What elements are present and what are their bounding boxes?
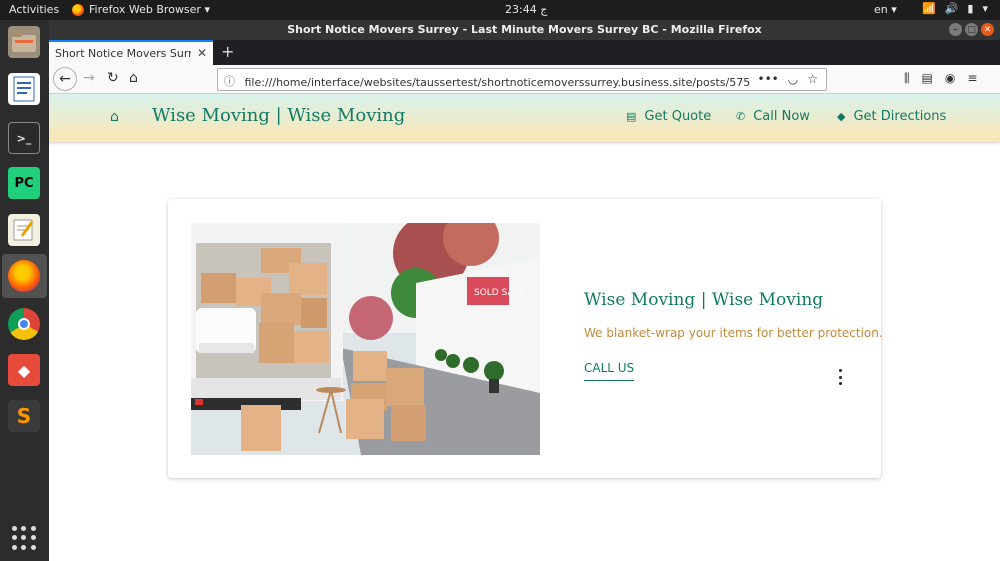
- more-options-icon[interactable]: [836, 369, 844, 385]
- anydesk-icon[interactable]: ◆: [8, 354, 40, 386]
- maximize-icon[interactable]: □: [965, 23, 978, 36]
- sublime-text-icon[interactable]: S: [8, 400, 40, 432]
- tab-close-icon[interactable]: ✕: [197, 46, 207, 60]
- sidebar-icon[interactable]: ▤: [922, 71, 933, 86]
- post-photo: SOLD SALE: [191, 223, 540, 455]
- minimize-icon[interactable]: –: [949, 23, 962, 36]
- tab-label: Short Notice Movers Surrey: [55, 46, 191, 60]
- url-bar[interactable]: ⓘ file:///home/interface/websites/tausse…: [217, 68, 827, 91]
- tab-strip: Short Notice Movers Surrey ✕ +: [49, 40, 1000, 65]
- terminal-icon[interactable]: >_: [8, 122, 40, 154]
- firefox-dock-icon[interactable]: [8, 260, 40, 292]
- language-indicator[interactable]: en ▾: [874, 3, 897, 16]
- post-card: SOLD SALE Wise Moving | Wise Moving We b…: [168, 199, 883, 478]
- pocket-icon[interactable]: ◡: [788, 72, 798, 86]
- directions-icon: ◆: [837, 110, 846, 123]
- menu-icon[interactable]: ≡: [967, 71, 977, 86]
- home-icon[interactable]: ⌂: [129, 70, 138, 86]
- phone-icon: ✆: [736, 110, 746, 123]
- window-titlebar: Short Notice Movers Surrey - Last Minute…: [49, 20, 1000, 40]
- get-quote-link[interactable]: ▤ Get Quote: [626, 109, 711, 124]
- clock[interactable]: 23:44 ج: [505, 3, 547, 16]
- call-now-label: Call Now: [753, 109, 810, 124]
- get-quote-label: Get Quote: [644, 109, 712, 124]
- pycharm-icon[interactable]: PC: [8, 167, 40, 199]
- page-info-icon[interactable]: ⓘ: [224, 75, 235, 88]
- url-text: file:///home/interface/websites/taussert…: [244, 75, 750, 89]
- url-bar-actions: ••• ◡ ☆: [758, 72, 818, 86]
- forward-icon[interactable]: →: [83, 70, 95, 86]
- volume-icon: 🔊: [944, 2, 959, 15]
- power-menu-icon: ▾: [982, 2, 988, 15]
- navigation-toolbar: ← → ↻ ⌂ ⓘ file:///home/interface/website…: [49, 65, 1000, 94]
- files-icon[interactable]: [8, 26, 40, 58]
- show-applications-icon[interactable]: [12, 526, 36, 550]
- site-brand[interactable]: Wise Moving | Wise Moving: [152, 105, 405, 126]
- close-window-icon[interactable]: ✕: [981, 23, 994, 36]
- site-home-icon[interactable]: ⌂: [110, 109, 119, 125]
- page-actions-icon[interactable]: •••: [758, 72, 779, 86]
- site-header: ⌂ Wise Moving | Wise Moving ▤ Get Quote …: [49, 94, 1000, 142]
- library-icon[interactable]: ⫼: [904, 71, 910, 86]
- dock: >_ PC ◆ S: [0, 20, 49, 561]
- sold-sign-text: SOLD SALE: [474, 288, 525, 298]
- call-us-button[interactable]: CALL US: [584, 361, 635, 381]
- account-icon[interactable]: ◉: [945, 71, 955, 86]
- bookmark-star-icon[interactable]: ☆: [807, 72, 818, 86]
- quote-icon: ▤: [626, 110, 637, 123]
- back-icon[interactable]: ←: [53, 67, 77, 91]
- activities-button[interactable]: Activities: [9, 3, 59, 16]
- window-controls: – □ ✕: [949, 23, 994, 36]
- get-directions-link[interactable]: ◆ Get Directions: [837, 109, 946, 124]
- text-editor-icon[interactable]: [8, 214, 40, 246]
- call-now-link[interactable]: ✆ Call Now: [736, 109, 810, 124]
- system-top-bar: Activities Firefox Web Browser ▾ 23:44 ج…: [0, 0, 1000, 20]
- window-title: Short Notice Movers Surrey - Last Minute…: [287, 23, 762, 36]
- system-tray[interactable]: 📶 🔊 ▮ ▾: [922, 2, 988, 15]
- post-text: We blanket-wrap your items for better pr…: [584, 326, 883, 340]
- reload-icon[interactable]: ↻: [107, 70, 119, 86]
- battery-icon: ▮: [967, 2, 974, 15]
- tab-active[interactable]: Short Notice Movers Surrey ✕: [49, 40, 213, 65]
- app-menu[interactable]: Firefox Web Browser ▾: [72, 3, 210, 16]
- firefox-icon: [72, 3, 84, 16]
- chrome-center-icon: [18, 318, 30, 330]
- chrome-icon[interactable]: [8, 308, 40, 340]
- document-viewer-icon[interactable]: [8, 73, 40, 105]
- new-tab-icon[interactable]: +: [221, 42, 234, 61]
- app-menu-label: Firefox Web Browser ▾: [89, 3, 210, 16]
- post-title: Wise Moving | Wise Moving: [584, 290, 824, 310]
- wifi-icon: 📶: [922, 2, 936, 15]
- toolbar-right: ⫼ ▤ ◉ ≡: [904, 71, 977, 86]
- get-directions-label: Get Directions: [853, 109, 947, 124]
